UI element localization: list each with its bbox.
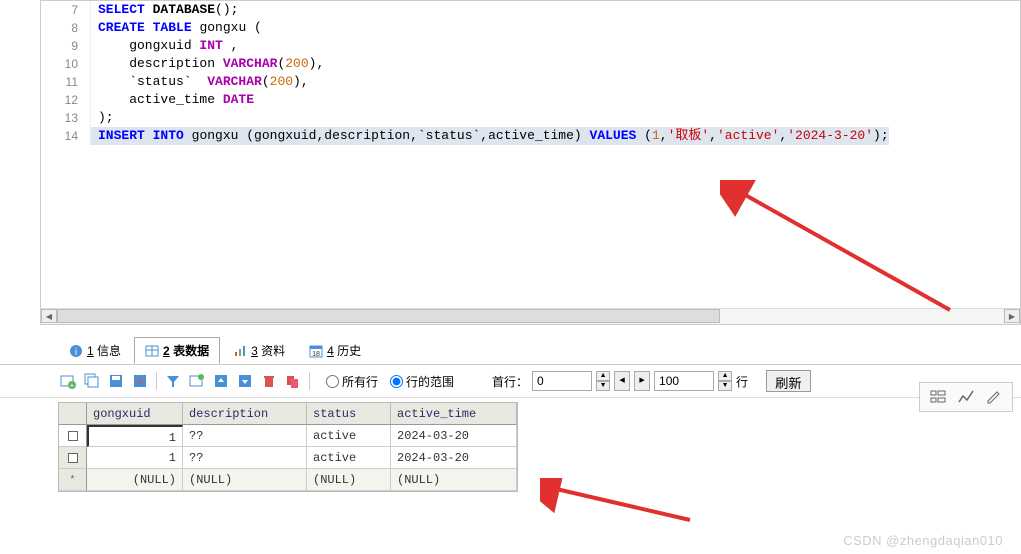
radio-all-label: 所有行	[342, 373, 378, 390]
table-row[interactable]: 1??active2024-03-20	[59, 425, 517, 447]
first-row-down[interactable]: ▼	[596, 381, 610, 391]
tab-data-label: 表数据	[173, 344, 209, 358]
import-button[interactable]	[235, 371, 255, 391]
info-icon: i	[69, 344, 83, 358]
tab-table-data[interactable]: 2 表数据	[134, 337, 220, 364]
grid-cell[interactable]: 2024-03-20	[391, 447, 517, 469]
delete-button[interactable]	[259, 371, 279, 391]
row-suffix: 行	[736, 373, 748, 390]
row-count-input[interactable]	[654, 371, 714, 391]
grid-cell[interactable]: active	[307, 447, 391, 469]
duplicate-row-button[interactable]	[82, 371, 102, 391]
radio-all-rows[interactable]: 所有行	[326, 373, 378, 390]
grid-cell[interactable]: ??	[183, 425, 307, 447]
result-tabs: i 1 信息 2 表数据 3 资料 18 4 历史	[0, 333, 1021, 365]
edit-icon[interactable]	[984, 387, 1004, 407]
radio-row-range[interactable]: 行的范围	[390, 373, 454, 390]
table-row[interactable]: 1??active2024-03-20	[59, 447, 517, 469]
cancel-button[interactable]: ✕	[130, 371, 150, 391]
editor-horizontal-scrollbar[interactable]: ◀ ▶	[41, 308, 1020, 324]
result-grid[interactable]: gongxuid description status active_time …	[58, 402, 518, 492]
add-row-button[interactable]: +	[58, 371, 78, 391]
grid-new-row[interactable]: * (NULL) (NULL) (NULL) (NULL)	[59, 469, 517, 491]
row-selector[interactable]	[59, 447, 87, 469]
scroll-right-button[interactable]: ▶	[1004, 309, 1020, 323]
radio-range-label: 行的范围	[406, 373, 454, 390]
grid-cell[interactable]: 2024-03-20	[391, 425, 517, 447]
tab-info-key: 1	[87, 344, 94, 358]
tab-profile[interactable]: 3 资料	[222, 337, 296, 364]
first-row-label: 首行：	[492, 373, 528, 390]
grid-cell[interactable]: (NULL)	[183, 469, 307, 491]
watermark: CSDN @zhengdaqian010	[843, 533, 1003, 548]
col-header-description[interactable]: description	[183, 403, 307, 425]
data-toolbar: + ✕ 所有行 行的范围 首行： ▲▼ ◀ ▶ ▲▼ 行 刷新	[0, 365, 1021, 398]
view-mode-toolbar	[919, 382, 1013, 412]
svg-text:18: 18	[312, 351, 320, 358]
annotation-arrow-icon	[540, 478, 700, 528]
tab-info[interactable]: i 1 信息	[58, 337, 132, 364]
scroll-thumb[interactable]	[57, 309, 720, 323]
grid-cell[interactable]: ??	[183, 447, 307, 469]
svg-text:✕: ✕	[136, 377, 144, 388]
calendar-icon: 18	[309, 344, 323, 358]
tab-data-key: 2	[163, 344, 170, 358]
chart-icon	[233, 344, 247, 358]
first-row-input[interactable]	[532, 371, 592, 391]
chart-view-icon[interactable]	[956, 387, 976, 407]
grid-cell[interactable]: active	[307, 425, 391, 447]
refresh-button[interactable]: 刷新	[766, 370, 811, 392]
form-view-icon[interactable]	[928, 387, 948, 407]
col-header-status[interactable]: status	[307, 403, 391, 425]
tab-profile-label: 资料	[261, 344, 285, 358]
svg-text:+: +	[70, 381, 75, 389]
first-row-up[interactable]: ▲	[596, 371, 610, 381]
svg-text:i: i	[75, 347, 77, 358]
row-header-corner[interactable]	[59, 403, 87, 425]
tab-history[interactable]: 18 4 历史	[298, 337, 372, 364]
tab-history-key: 4	[327, 344, 334, 358]
tab-profile-key: 3	[251, 344, 258, 358]
grid-cell[interactable]: (NULL)	[391, 469, 517, 491]
grid-cell[interactable]: 1	[87, 425, 183, 447]
grid-header-row: gongxuid description status active_time	[59, 403, 517, 425]
new-row-marker: *	[59, 469, 87, 491]
table-icon	[145, 344, 159, 358]
prev-page-button[interactable]: ◀	[614, 371, 630, 391]
row-count-up[interactable]: ▲	[718, 371, 732, 381]
sort-button[interactable]	[187, 371, 207, 391]
save-button[interactable]	[106, 371, 126, 391]
row-selector[interactable]	[59, 425, 87, 447]
export-button[interactable]	[211, 371, 231, 391]
tab-info-label: 信息	[97, 344, 121, 358]
filter-button[interactable]	[163, 371, 183, 391]
next-page-button[interactable]: ▶	[634, 371, 650, 391]
col-header-gongxuid[interactable]: gongxuid	[87, 403, 183, 425]
grid-cell[interactable]: (NULL)	[307, 469, 391, 491]
scroll-left-button[interactable]: ◀	[41, 309, 57, 323]
row-count-down[interactable]: ▼	[718, 381, 732, 391]
sql-editor[interactable]: 7SELECT DATABASE();8CREATE TABLE gongxu …	[40, 0, 1021, 325]
tab-history-label: 历史	[337, 344, 361, 358]
grid-cell[interactable]: (NULL)	[87, 469, 183, 491]
grid-cell[interactable]: 1	[87, 447, 183, 469]
col-header-active-time[interactable]: active_time	[391, 403, 517, 425]
delete-all-button[interactable]	[283, 371, 303, 391]
